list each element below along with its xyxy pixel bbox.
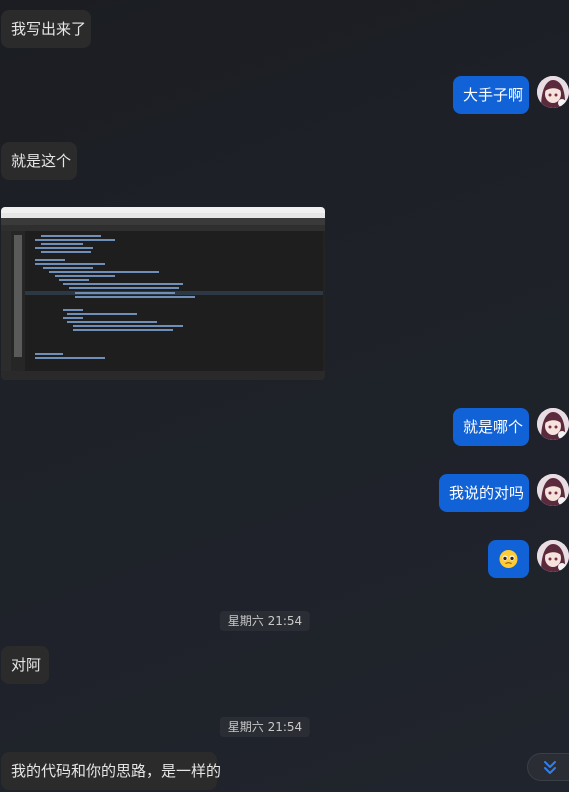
scroll-to-bottom-button[interactable] <box>527 753 569 781</box>
incoming-message-bubble[interactable]: 我的代码和你的思路，是一样的 <box>1 752 221 790</box>
pleading-face-emoji-icon <box>499 550 518 568</box>
user-avatar[interactable] <box>537 540 569 572</box>
outgoing-emoji-bubble[interactable] <box>488 540 529 578</box>
user-avatar[interactable] <box>537 474 569 506</box>
message-text: 就是哪个 <box>463 418 524 436</box>
message-text: 对阿 <box>11 656 42 674</box>
message-text: 我说的对吗 <box>449 484 525 502</box>
outgoing-message-bubble[interactable]: 我说的对吗 <box>439 474 529 512</box>
message-text: 大手子啊 <box>463 86 524 104</box>
anime-girl-avatar-icon <box>537 474 569 506</box>
double-chevron-down-icon <box>544 761 556 774</box>
anime-girl-avatar-icon <box>537 408 569 440</box>
user-avatar[interactable] <box>537 76 569 108</box>
anime-girl-avatar-icon <box>537 540 569 572</box>
user-avatar[interactable] <box>537 408 569 440</box>
time-text: 星期六 21:54 <box>227 720 303 734</box>
message-text: 我的代码和你的思路，是一样的 <box>11 762 222 780</box>
code-editor-screenshot <box>1 207 325 380</box>
image-message[interactable] <box>1 207 325 380</box>
message-text: 就是这个 <box>11 152 72 170</box>
message-text: 我写出来了 <box>11 20 87 38</box>
incoming-message-bubble[interactable]: 对阿 <box>1 646 49 684</box>
chat-message-list[interactable]: 我写出来了 大手子啊 就是这个 就是哪个 我说的对吗 星期六 21:54 对阿 … <box>0 0 569 792</box>
anime-girl-avatar-icon <box>537 76 569 108</box>
incoming-message-bubble[interactable]: 就是这个 <box>1 142 77 180</box>
outgoing-message-bubble[interactable]: 大手子啊 <box>453 76 529 114</box>
outgoing-message-bubble[interactable]: 就是哪个 <box>453 408 529 446</box>
time-separator: 星期六 21:54 <box>219 611 311 631</box>
incoming-message-bubble[interactable]: 我写出来了 <box>1 10 91 48</box>
time-separator: 星期六 21:54 <box>219 717 311 737</box>
time-text: 星期六 21:54 <box>227 614 303 628</box>
